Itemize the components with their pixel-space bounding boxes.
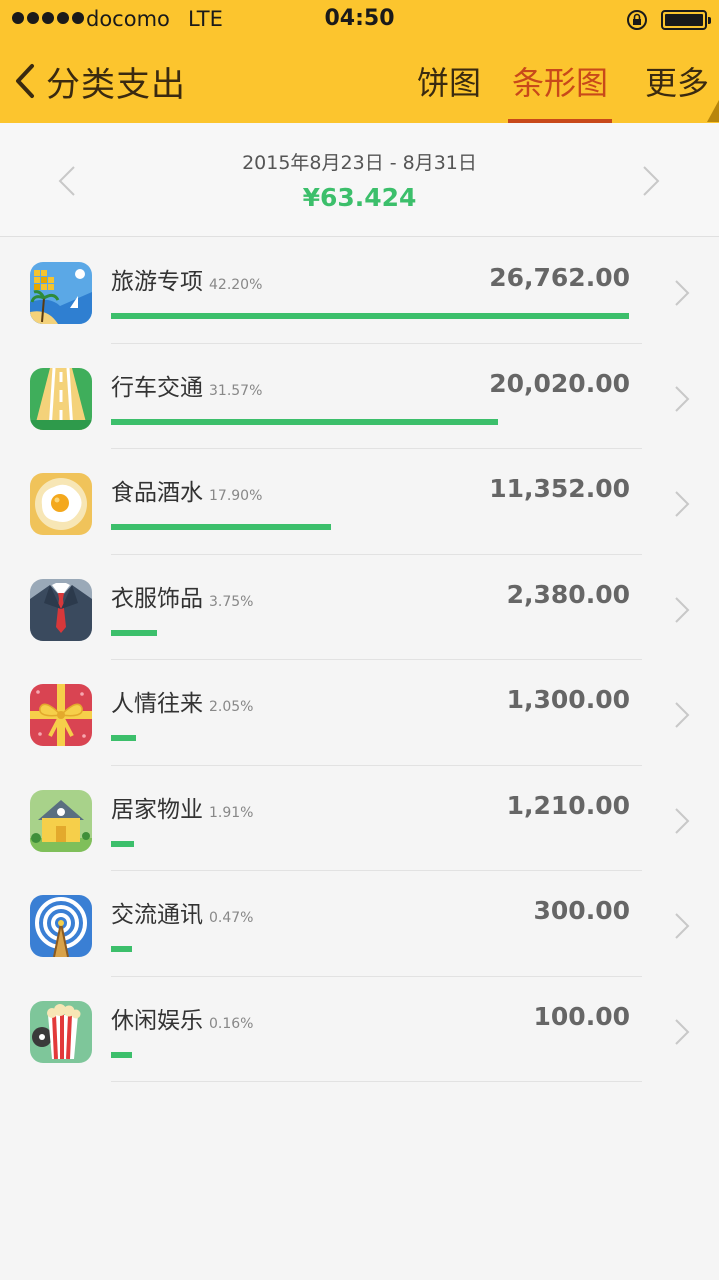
share-bar-fill bbox=[111, 1051, 132, 1058]
category-list: 旅游专项 42.20% 26,762.00 行车交通 31.57% 20,020.0… bbox=[0, 238, 719, 1082]
category-amount: 2,380.00 bbox=[506, 579, 630, 609]
share-bar-track bbox=[111, 735, 629, 741]
tab-pie-chart[interactable]: 饼图 bbox=[414, 58, 484, 123]
battery-icon bbox=[661, 10, 711, 30]
chevron-right-icon bbox=[675, 280, 690, 306]
category-row-gifts[interactable]: 人情往来 2.05% 1,300.00 bbox=[0, 660, 719, 766]
category-row-communication[interactable]: 交流通讯 0.47% 300.00 bbox=[0, 871, 719, 977]
chevron-right-icon bbox=[675, 385, 690, 412]
share-bar-track bbox=[111, 524, 629, 530]
category-amount: 100.00 bbox=[533, 1001, 630, 1031]
share-bar-track bbox=[111, 946, 629, 952]
share-bar-fill bbox=[111, 840, 135, 847]
header: docomo LTE 04:50 分类支出 饼图 条形图 更多 bbox=[0, 0, 719, 123]
next-period-button[interactable] bbox=[636, 161, 666, 201]
chevron-right-icon bbox=[675, 807, 690, 834]
chevron-left-icon bbox=[16, 64, 34, 98]
category-name: 人情往来 2.05% bbox=[111, 691, 254, 717]
category-amount: 300.00 bbox=[533, 896, 630, 925]
category-row-household[interactable]: 居家物业 1.91% 1,210.00 bbox=[0, 766, 719, 871]
share-bar-track bbox=[111, 629, 629, 636]
share-bar-fill bbox=[111, 418, 499, 425]
category-name: 衣服饰品 3.75% bbox=[111, 585, 254, 612]
share-bar-track bbox=[111, 840, 629, 847]
category-name: 行车交通 31.57% bbox=[111, 374, 263, 401]
category-amount: 20,020.00 bbox=[489, 368, 630, 398]
category-row-food[interactable]: 食品酒水 17.90% 11,352.00 bbox=[0, 449, 719, 555]
share-bar-fill bbox=[111, 313, 629, 319]
category-percent: 0.16% bbox=[209, 1015, 254, 1032]
antenna-icon bbox=[30, 895, 92, 957]
nav-bar: 分类支出 饼图 条形图 更多 bbox=[0, 40, 719, 123]
category-percent: 1.91% bbox=[209, 804, 254, 821]
category-row-clothing[interactable]: 衣服饰品 3.75% 2,380.00 bbox=[0, 555, 719, 660]
page-title: 分类支出 bbox=[46, 64, 186, 105]
category-amount: 1,210.00 bbox=[506, 790, 630, 820]
period-selector: 2015年8月23日 - 8月31日 ¥63.424 bbox=[0, 123, 719, 237]
chevron-right-icon bbox=[675, 913, 690, 939]
suit-icon bbox=[30, 578, 92, 641]
category-name: 居家物业 1.91% bbox=[111, 796, 254, 823]
tab-label: 更多 bbox=[644, 64, 709, 102]
share-bar-track bbox=[111, 313, 629, 319]
fried-egg-icon bbox=[30, 473, 92, 535]
category-percent: 17.90% bbox=[209, 488, 263, 504]
category-name: 食品酒水 17.90% bbox=[111, 480, 263, 506]
tab-more[interactable]: 更多 bbox=[642, 58, 712, 123]
category-percent: 2.05% bbox=[209, 699, 254, 715]
category-name: 旅游专项 42.20% bbox=[111, 269, 263, 295]
category-row-entertainment[interactable]: 休闲娱乐 0.16% 100.00 bbox=[0, 977, 719, 1082]
share-bar-fill bbox=[111, 629, 158, 636]
category-percent: 42.20% bbox=[209, 277, 263, 293]
page-fold-decoration bbox=[707, 100, 719, 122]
chevron-right-icon bbox=[675, 491, 690, 517]
category-row-transport[interactable]: 行车交通 31.57% 20,020.00 bbox=[0, 344, 719, 449]
status-bar: docomo LTE 04:50 bbox=[0, 0, 719, 40]
gift-icon bbox=[30, 684, 92, 746]
share-bar-fill bbox=[111, 946, 132, 952]
category-percent: 0.47% bbox=[209, 910, 254, 926]
category-amount: 26,762.00 bbox=[489, 263, 630, 292]
category-row-travel[interactable]: 旅游专项 42.20% 26,762.00 bbox=[0, 238, 719, 344]
house-icon bbox=[30, 789, 92, 852]
share-bar-track bbox=[111, 1051, 629, 1058]
category-amount: 11,352.00 bbox=[489, 474, 630, 503]
popcorn-icon bbox=[30, 1000, 92, 1063]
category-amount: 1,300.00 bbox=[506, 685, 630, 714]
share-bar-fill bbox=[111, 524, 331, 530]
category-percent: 31.57% bbox=[209, 382, 263, 399]
category-name: 交流通讯 0.47% bbox=[111, 902, 254, 928]
signal-strength-icon bbox=[12, 12, 84, 24]
chevron-right-icon bbox=[675, 596, 690, 623]
road-icon bbox=[30, 367, 92, 430]
row-divider bbox=[111, 1081, 642, 1082]
tab-label: 饼图 bbox=[416, 64, 481, 102]
date-range: 2015年8月23日 - 8月31日 bbox=[242, 152, 477, 174]
chevron-right-icon bbox=[675, 1018, 690, 1045]
tab-label: 条形图 bbox=[511, 64, 608, 102]
tab-bar-chart[interactable]: 条形图 bbox=[508, 58, 612, 123]
share-bar-fill bbox=[111, 735, 137, 741]
travel-icon bbox=[30, 262, 92, 324]
category-name: 休闲娱乐 0.16% bbox=[111, 1007, 254, 1034]
share-bar-track bbox=[111, 418, 629, 425]
chevron-right-icon bbox=[675, 702, 690, 728]
network-type: LTE bbox=[188, 7, 223, 31]
rotation-lock-icon bbox=[627, 10, 647, 30]
category-percent: 3.75% bbox=[209, 593, 254, 610]
carrier-name: docomo bbox=[86, 7, 170, 31]
back-button[interactable]: 分类支出 bbox=[12, 58, 186, 105]
period-total: ¥63.424 bbox=[302, 183, 417, 212]
